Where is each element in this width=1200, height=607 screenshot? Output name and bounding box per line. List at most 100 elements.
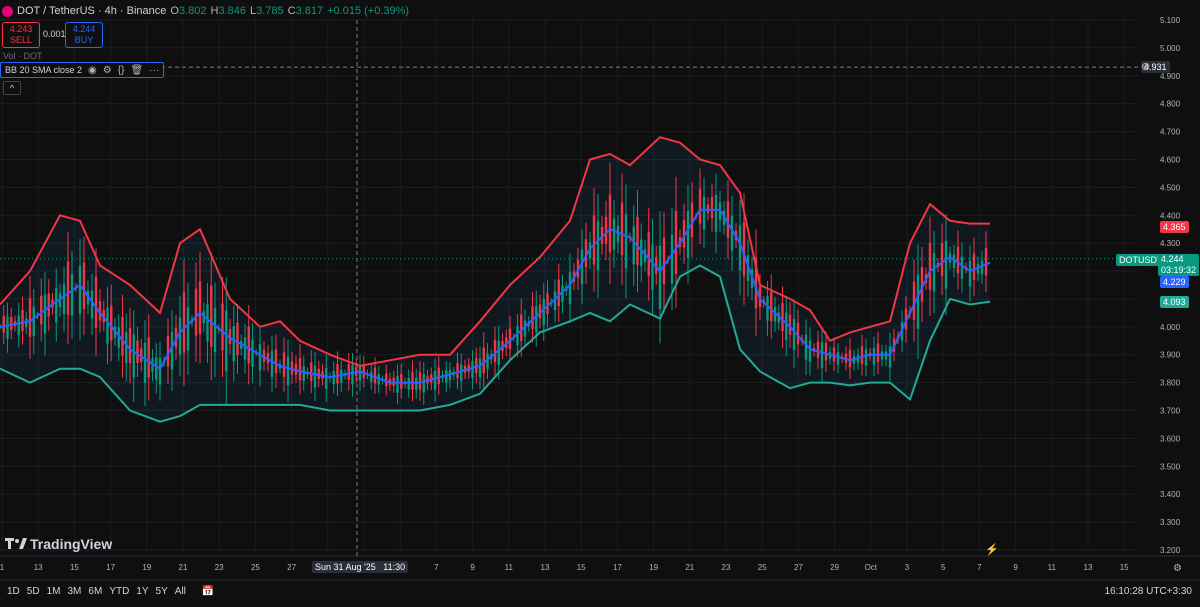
price-tick-label: 3.300 bbox=[1160, 518, 1181, 527]
candle-body bbox=[132, 334, 135, 378]
candle-body bbox=[670, 234, 674, 284]
time-tick-label: 27 bbox=[287, 563, 296, 572]
candle-body bbox=[336, 363, 339, 384]
source-code-icon[interactable]: {} bbox=[118, 65, 125, 76]
candle-body bbox=[478, 358, 482, 377]
range-button-1d[interactable]: 1D bbox=[7, 586, 20, 597]
settings-icon[interactable]: ⚙ bbox=[103, 65, 112, 76]
candle-body bbox=[270, 351, 274, 377]
candle-body bbox=[690, 202, 694, 237]
add-alert-icon[interactable]: ⊕ bbox=[1141, 60, 1150, 73]
candle-body bbox=[158, 358, 162, 385]
time-tick-label: 7 bbox=[977, 563, 982, 572]
time-axis[interactable]: 1 13 15 17 19 21 23 25 27 3 5 7 9 11 13 15 17 19 21 23 25 27 2… bbox=[0, 563, 1129, 572]
range-button-6m[interactable]: 6M bbox=[88, 586, 102, 597]
time-tick-label: 11 bbox=[505, 563, 514, 572]
candle-body bbox=[290, 361, 294, 375]
range-button-1y[interactable]: 1Y bbox=[136, 586, 148, 597]
eye-icon[interactable]: ◉ bbox=[88, 65, 97, 76]
price-tick-label: 3.800 bbox=[1160, 379, 1181, 388]
candle-body bbox=[820, 342, 824, 368]
candle-body bbox=[28, 298, 32, 337]
time-tick-label: 25 bbox=[758, 563, 767, 572]
candle-body bbox=[55, 288, 58, 323]
price-tick-label: 4.800 bbox=[1160, 100, 1181, 109]
lightning-icon[interactable]: ⚡ bbox=[985, 543, 999, 556]
bottom-toolbar: 1D 5D 1M 3M 6M YTD 1Y 5Y All 📅 16:10:28 UTC+3:30 bbox=[0, 581, 1200, 601]
candle-body bbox=[274, 349, 278, 374]
candle-body bbox=[592, 215, 596, 265]
candle-body bbox=[282, 352, 286, 377]
last-price-pill: 4.244 03:19:32 bbox=[1158, 254, 1199, 276]
candle-body bbox=[542, 299, 545, 325]
time-tick-label: 11 bbox=[1048, 563, 1057, 572]
sell-button[interactable]: 4.243 SELL bbox=[2, 22, 40, 48]
candle-body bbox=[612, 218, 616, 250]
range-button-5y[interactable]: 5Y bbox=[156, 586, 168, 597]
low-value: 3.785 bbox=[256, 5, 284, 17]
candle-body bbox=[785, 312, 788, 340]
candle-body bbox=[82, 262, 86, 310]
candle-body bbox=[497, 340, 500, 365]
candle-body bbox=[155, 357, 158, 380]
volume-legend[interactable]: Vol · DOT bbox=[3, 51, 43, 61]
candle-body bbox=[651, 244, 654, 290]
candle-body bbox=[21, 309, 24, 332]
candle-body bbox=[956, 246, 960, 274]
tradingview-icon bbox=[5, 538, 27, 549]
clock[interactable]: 16:10:28 UTC+3:30 bbox=[1104, 586, 1192, 597]
candle-body bbox=[258, 344, 262, 371]
time-tick-label: 9 bbox=[1013, 563, 1018, 572]
candle-body bbox=[94, 276, 98, 328]
range-button-all[interactable]: All bbox=[175, 586, 186, 597]
candle-body bbox=[824, 343, 828, 361]
more-icon[interactable]: ··· bbox=[149, 65, 159, 76]
delete-icon[interactable]: 🗑 bbox=[130, 65, 143, 76]
candle-body bbox=[2, 316, 5, 333]
buy-label: BUY bbox=[74, 35, 94, 45]
price-tick-label: 3.200 bbox=[1160, 546, 1181, 555]
time-tick-label: 19 bbox=[649, 563, 658, 572]
candle-body bbox=[596, 221, 600, 271]
range-button-1m[interactable]: 1M bbox=[47, 586, 61, 597]
calendar-icon[interactable]: 📅 bbox=[202, 586, 214, 597]
chart-canvas[interactable]: 5.100 5.000 4.900 4.800 4.700 4.600 4.500 4.400… bbox=[0, 0, 1200, 607]
bb-indicator-legend[interactable]: BB 20 SMA close 2 ◉ ⚙ {} 🗑 ··· bbox=[0, 62, 165, 78]
candle-body bbox=[816, 341, 820, 358]
candle-body bbox=[710, 196, 714, 219]
candle-body bbox=[422, 374, 425, 393]
range-button-ytd[interactable]: YTD bbox=[109, 586, 129, 597]
candle-body bbox=[864, 349, 868, 366]
tradingview-logo[interactable]: TradingView bbox=[5, 536, 112, 552]
candle-body bbox=[178, 317, 182, 355]
candle-body bbox=[332, 371, 335, 385]
sell-label: SELL bbox=[9, 35, 33, 45]
symbol-tag-text: DOTUSDT bbox=[1119, 255, 1163, 265]
candle-body bbox=[286, 356, 290, 386]
candle-body bbox=[302, 366, 305, 381]
candle-body bbox=[658, 245, 662, 309]
candle-body bbox=[415, 377, 418, 390]
candle-body bbox=[535, 306, 538, 332]
time-tick-label: 15 bbox=[1120, 563, 1129, 572]
buy-button[interactable]: 4.244 BUY bbox=[65, 22, 103, 48]
range-button-5d[interactable]: 5D bbox=[27, 586, 40, 597]
candle-body bbox=[876, 343, 880, 363]
range-button-3m[interactable]: 3M bbox=[68, 586, 82, 597]
candle-body bbox=[640, 239, 643, 267]
candle-body bbox=[170, 331, 174, 370]
high-value: 3.846 bbox=[218, 5, 246, 17]
settings-gear-icon[interactable]: ⚙ bbox=[1173, 563, 1182, 574]
polkadot-icon bbox=[2, 5, 13, 17]
bar-countdown: 03:19:32 bbox=[1161, 265, 1197, 275]
candle-body bbox=[944, 240, 948, 289]
candle-body bbox=[325, 367, 328, 389]
candle-body bbox=[243, 337, 247, 360]
candle-body bbox=[557, 279, 560, 306]
candle-body bbox=[136, 340, 139, 363]
symbol-legend[interactable]: DOT / TetherUS · 4h · Binance O 3.802 H 3.… bbox=[2, 5, 409, 17]
time-tick-label: 1 bbox=[0, 563, 5, 572]
collapse-legend-button[interactable]: ^ bbox=[3, 81, 21, 95]
price-tick-label: 4.900 bbox=[1160, 72, 1181, 81]
candle-body bbox=[186, 307, 190, 351]
